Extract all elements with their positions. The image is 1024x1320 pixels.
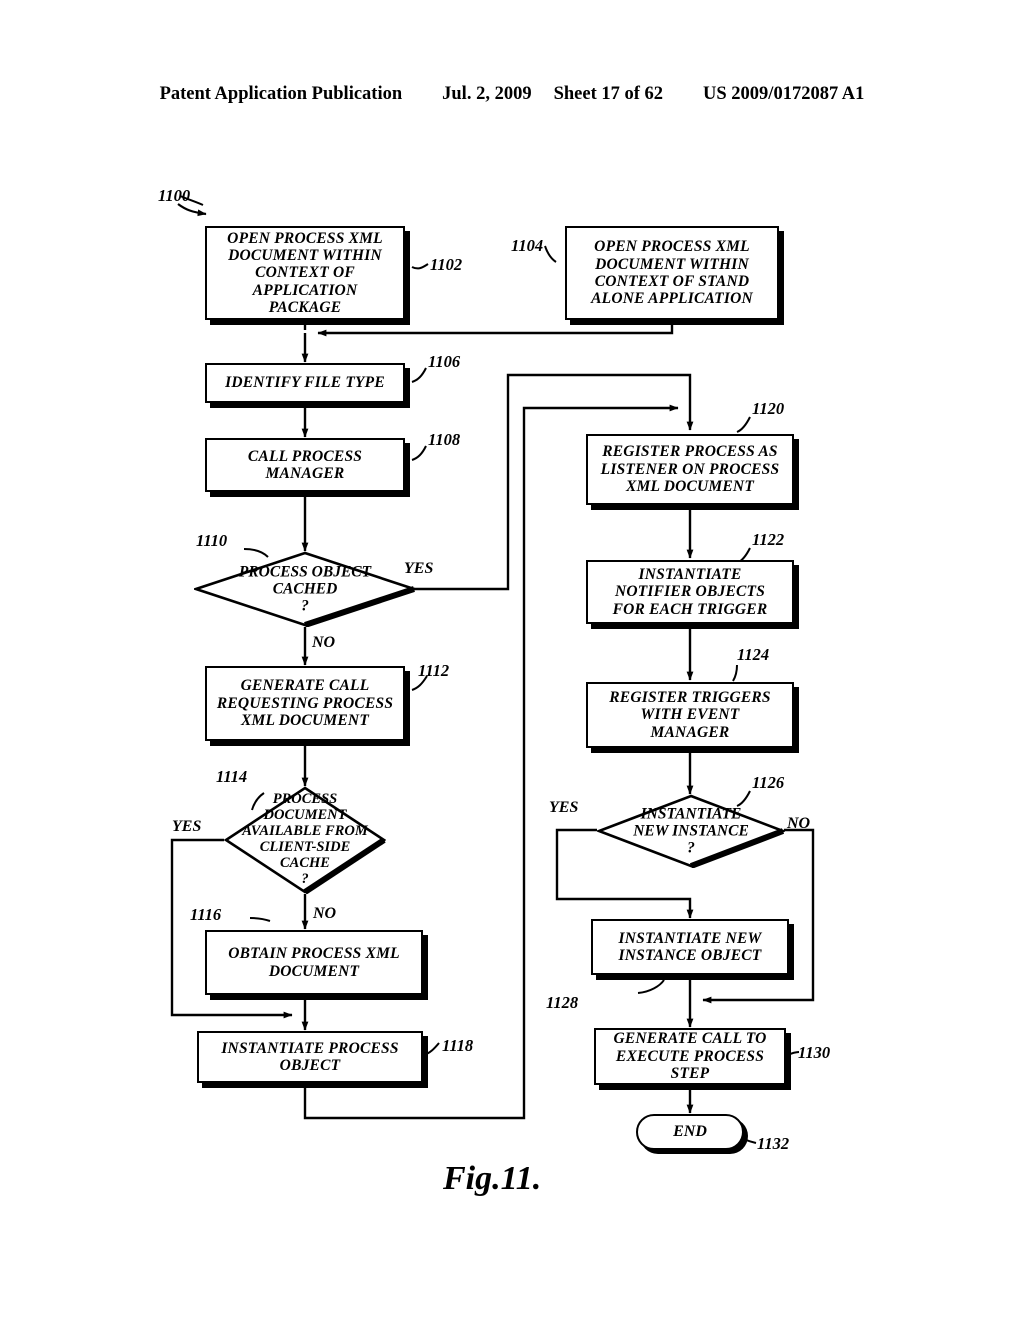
- node-label: INSTANTIATE NOTIFIER OBJECTS FOR EACH TR…: [612, 565, 768, 618]
- ref-1116: 1116: [190, 905, 222, 924]
- node-label: CALL PROCESS MANAGER: [247, 447, 363, 482]
- diamond-shape: [224, 786, 386, 894]
- ref-1100: 1100: [158, 186, 191, 205]
- ref-1106: 1106: [428, 352, 461, 371]
- ref-1128: 1128: [546, 993, 579, 1012]
- ref-1120: 1120: [752, 399, 785, 418]
- node-identify-file-type[interactable]: IDENTIFY FILE TYPE: [205, 363, 405, 403]
- header-docnum: US 2009/0172087 A1: [703, 84, 865, 104]
- node-label: GENERATE CALL REQUESTING PROCESS XML DOC…: [216, 677, 394, 730]
- page-header: Patent Application Publication Jul. 2, 20…: [0, 84, 1024, 105]
- ref-1118: 1118: [442, 1036, 474, 1055]
- branch-label-1126-yes: YES: [549, 799, 579, 816]
- node-generate-call-requesting-process-xml[interactable]: GENERATE CALL REQUESTING PROCESS XML DOC…: [205, 666, 405, 741]
- node-label: GENERATE CALL TO EXECUTE PROCESS STEP: [613, 1030, 767, 1083]
- flowchart-connectors: [170, 195, 815, 1144]
- node-register-process-as-listener[interactable]: REGISTER PROCESS AS LISTENER ON PROCESS …: [586, 434, 794, 505]
- ref-1112: 1112: [418, 661, 450, 680]
- node-label: INSTANTIATE NEW INSTANCE OBJECT: [618, 929, 762, 964]
- figure-caption: Fig.11.: [443, 1160, 542, 1197]
- node-label: INSTANTIATE PROCESS OBJECT: [221, 1039, 399, 1074]
- node-instantiate-notifier-objects[interactable]: INSTANTIATE NOTIFIER OBJECTS FOR EACH TR…: [586, 560, 794, 624]
- node-call-process-manager[interactable]: CALL PROCESS MANAGER: [205, 438, 405, 492]
- node-label: IDENTIFY FILE TYPE: [225, 374, 385, 392]
- node-instantiate-process-object[interactable]: INSTANTIATE PROCESS OBJECT: [197, 1031, 423, 1083]
- node-instantiate-new-instance-object[interactable]: INSTANTIATE NEW INSTANCE OBJECT: [591, 919, 789, 975]
- decision-instantiate-new-instance[interactable]: INSTANTIATE NEW INSTANCE ?: [597, 794, 785, 868]
- node-generate-call-execute-process-step[interactable]: GENERATE CALL TO EXECUTE PROCESS STEP: [594, 1028, 786, 1085]
- header-publication: Patent Application Publication: [159, 84, 403, 104]
- ref-1122: 1122: [752, 530, 785, 549]
- ref-1108: 1108: [428, 430, 461, 449]
- node-label: REGISTER TRIGGERS WITH EVENT MANAGER: [609, 688, 771, 741]
- ref-1102: 1102: [430, 255, 463, 274]
- branch-label-1126-no: NO: [787, 815, 811, 832]
- ref-1130: 1130: [798, 1043, 831, 1062]
- node-label: END: [673, 1123, 707, 1140]
- node-open-process-xml-application-package[interactable]: OPEN PROCESS XML DOCUMENT WITHIN CONTEXT…: [205, 226, 405, 320]
- node-label: OPEN PROCESS XML DOCUMENT WITHIN CONTEXT…: [591, 238, 753, 308]
- node-open-process-xml-stand-alone-application[interactable]: OPEN PROCESS XML DOCUMENT WITHIN CONTEXT…: [565, 226, 779, 320]
- diamond-shape: [597, 794, 785, 868]
- node-label: OBTAIN PROCESS XML DOCUMENT: [228, 945, 400, 980]
- node-register-triggers-with-event-manager[interactable]: REGISTER TRIGGERS WITH EVENT MANAGER: [586, 682, 794, 748]
- node-end-terminator[interactable]: END: [636, 1114, 744, 1150]
- ref-1110: 1110: [196, 531, 228, 550]
- ref-1104: 1104: [511, 236, 544, 255]
- ref-1132: 1132: [757, 1134, 790, 1153]
- ref-1114: 1114: [216, 767, 248, 786]
- node-obtain-process-xml-document[interactable]: OBTAIN PROCESS XML DOCUMENT: [205, 930, 423, 995]
- branch-label-1114-no: NO: [313, 905, 337, 922]
- patent-sheet: Patent Application Publication Jul. 2, 20…: [0, 0, 1024, 1320]
- branch-label-1114-yes: YES: [172, 818, 202, 835]
- node-label: OPEN PROCESS XML DOCUMENT WITHIN CONTEXT…: [227, 229, 383, 317]
- ref-1124: 1124: [737, 645, 770, 664]
- node-label: REGISTER PROCESS AS LISTENER ON PROCESS …: [600, 443, 780, 496]
- decision-process-object-cached[interactable]: PROCESS OBJECT CACHED ?: [194, 551, 416, 627]
- branch-label-1110-no: NO: [312, 634, 336, 651]
- header-date: Jul. 2, 2009: [442, 84, 532, 104]
- diamond-shape: [194, 551, 416, 627]
- ref-1126: 1126: [752, 773, 785, 792]
- decision-process-document-available-client-side-cache[interactable]: PROCESS DOCUMENT AVAILABLE FROM CLIENT-S…: [224, 786, 386, 894]
- header-sheet: Sheet 17 of 62: [553, 84, 664, 104]
